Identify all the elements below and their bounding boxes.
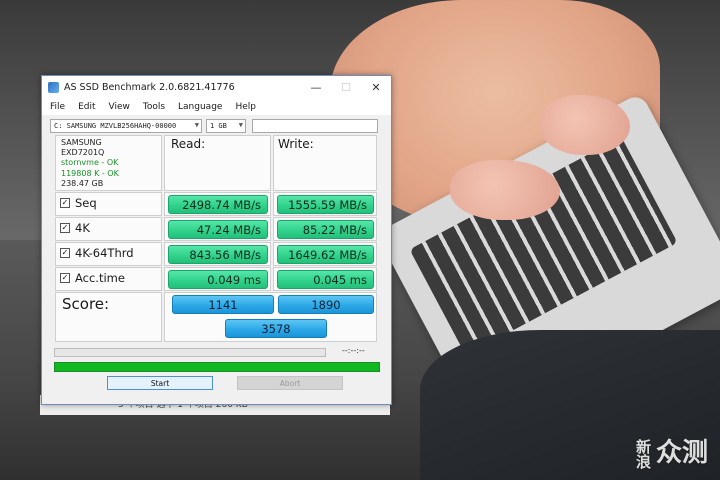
score-read-value: 1141 — [172, 295, 274, 314]
acc-time-checkbox-row[interactable]: ✓ Acc.time — [60, 271, 125, 285]
seq-write-value: 1555.59 MB/s — [277, 195, 374, 214]
menu-help[interactable]: Help — [235, 102, 256, 112]
row-label-4k: 4K — [75, 221, 90, 235]
drive-info-panel: SAMSUNG EXD7201Q stornvme - OK 119808 K … — [55, 135, 162, 191]
write-header: Write: — [278, 137, 314, 151]
acc-time-read-cell: 0.049 ms — [164, 267, 271, 291]
row-label-cell-4k: ✓ 4K — [55, 217, 162, 241]
row-label-seq: Seq — [75, 196, 97, 210]
seq-read-cell: 2498.74 MB/s — [164, 192, 271, 216]
read-header-cell: Read: — [164, 135, 271, 191]
score-write-value: 1890 — [278, 295, 374, 314]
checkbox-acc-time[interactable]: ✓ — [60, 273, 70, 283]
drive-select-value: C: SAMSUNG MZVLB256HAHQ-00000 — [54, 122, 177, 130]
4k-read-cell: 47.24 MB/s — [164, 217, 271, 241]
text-field[interactable] — [252, 119, 378, 133]
row-label-cell-seq: ✓ Seq — [55, 192, 162, 216]
maximize-button[interactable]: ☐ — [331, 76, 361, 98]
score-cell: 1141 1890 3578 — [164, 292, 377, 342]
drive-firmware: EXD7201Q — [61, 148, 105, 158]
background-hand-right — [540, 95, 630, 155]
watermark: 新浪 众测 — [636, 440, 708, 470]
4k-64thrd-read-cell: 843.56 MB/s — [164, 242, 271, 266]
toolbar: C: SAMSUNG MZVLB256HAHQ-00000 ▼ 1 GB ▼ — [42, 115, 391, 137]
4k-read-value: 47.24 MB/s — [168, 220, 268, 239]
app-icon — [48, 81, 59, 93]
write-header-cell: Write: — [273, 135, 377, 191]
minimize-button[interactable]: — — [301, 76, 331, 98]
chevron-down-icon: ▼ — [194, 121, 199, 129]
drive-driver-status: stornvme - OK — [61, 158, 119, 168]
row-label-cell-4k-64thrd: ✓ 4K-64Thrd — [55, 242, 162, 266]
seq-write-cell: 1555.59 MB/s — [273, 192, 377, 216]
row-label-cell-acc-time: ✓ Acc.time — [55, 267, 162, 291]
test-progress-bar — [54, 348, 326, 357]
seq-checkbox-row[interactable]: ✓ Seq — [60, 196, 97, 210]
drive-alignment-status: 119808 K - OK — [61, 168, 119, 178]
acc-time-write-value: 0.045 ms — [277, 270, 374, 289]
row-label-acc-time: Acc.time — [75, 271, 125, 285]
watermark-small-text: 新浪 — [635, 438, 651, 471]
start-button[interactable]: Start — [107, 376, 213, 390]
score-total-value: 3578 — [225, 319, 327, 338]
as-ssd-window: AS SSD Benchmark 2.0.6821.41776 — ☐ ✕ Fi… — [41, 75, 392, 405]
drive-brand: SAMSUNG — [61, 138, 102, 147]
drive-capacity: 238.47 GB — [61, 178, 104, 188]
title-bar[interactable]: AS SSD Benchmark 2.0.6821.41776 — ☐ ✕ — [42, 76, 391, 98]
size-select-value: 1 GB — [210, 122, 227, 130]
abort-button[interactable]: Abort — [237, 376, 343, 390]
menu-file[interactable]: File — [50, 102, 65, 112]
4k-64thrd-read-value: 843.56 MB/s — [168, 245, 268, 264]
total-progress-bar — [54, 362, 380, 372]
checkbox-4k-64thrd[interactable]: ✓ — [60, 248, 70, 258]
seq-read-value: 2498.74 MB/s — [168, 195, 268, 214]
acc-time-write-cell: 0.045 ms — [273, 267, 377, 291]
4k-64thrd-write-value: 1649.62 MB/s — [277, 245, 374, 264]
watermark-big-text: 众测 — [655, 438, 708, 468]
4k-write-value: 85.22 MB/s — [277, 220, 374, 239]
menu-tools[interactable]: Tools — [143, 102, 165, 112]
4k-64thrd-checkbox-row[interactable]: ✓ 4K-64Thrd — [60, 246, 134, 260]
menu-bar: File Edit View Tools Language Help — [42, 98, 391, 115]
close-button[interactable]: ✕ — [361, 76, 391, 98]
drive-select[interactable]: C: SAMSUNG MZVLB256HAHQ-00000 ▼ — [50, 119, 202, 133]
4k-checkbox-row[interactable]: ✓ 4K — [60, 221, 90, 235]
score-label: Score: — [62, 295, 110, 313]
menu-edit[interactable]: Edit — [78, 102, 95, 112]
4k-write-cell: 85.22 MB/s — [273, 217, 377, 241]
4k-64thrd-write-cell: 1649.62 MB/s — [273, 242, 377, 266]
window-title: AS SSD Benchmark 2.0.6821.41776 — [64, 81, 235, 93]
background-hand-left — [450, 160, 560, 220]
size-select[interactable]: 1 GB ▼ — [206, 119, 246, 133]
chevron-down-icon: ▼ — [238, 121, 243, 129]
score-label-cell: Score: — [55, 292, 162, 342]
checkbox-4k[interactable]: ✓ — [60, 223, 70, 233]
acc-time-read-value: 0.049 ms — [168, 270, 268, 289]
checkbox-seq[interactable]: ✓ — [60, 198, 70, 208]
elapsed-time: --:--:-- — [342, 346, 365, 355]
read-header: Read: — [171, 137, 206, 151]
menu-view[interactable]: View — [109, 102, 130, 112]
menu-language[interactable]: Language — [178, 102, 222, 112]
row-label-4k-64thrd: 4K-64Thrd — [75, 246, 134, 260]
